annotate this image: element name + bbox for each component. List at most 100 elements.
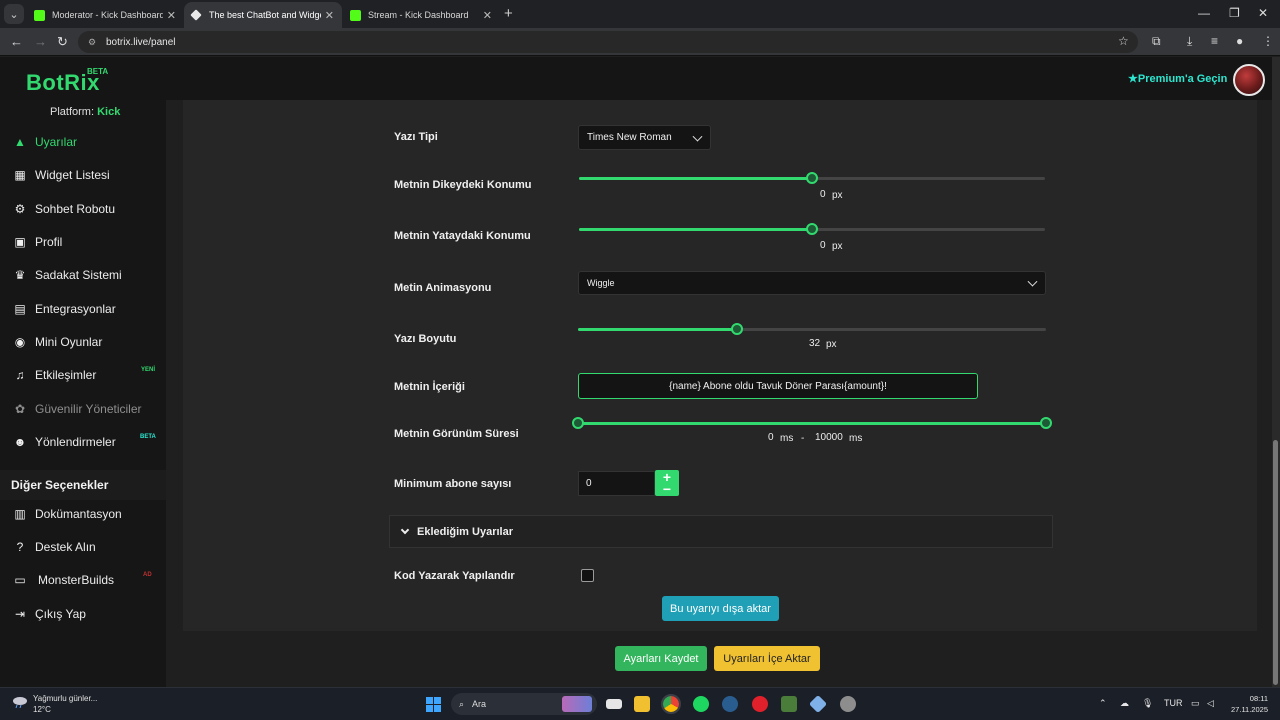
vertical-position-value: 0	[820, 189, 826, 200]
range-min-handle[interactable]	[572, 417, 584, 429]
tab-moderator[interactable]: Moderator - Kick Dashboard ✕	[26, 2, 184, 28]
minimize-button[interactable]: —	[1198, 6, 1210, 20]
sidebar-item-alerts[interactable]: ▲ Uyarılar	[0, 128, 166, 156]
extensions-icon[interactable]: ⧉	[1152, 34, 1161, 49]
code-config-label: Kod Yazarak Yapılandır	[394, 570, 515, 582]
font-select-value: Times New Roman	[587, 132, 672, 143]
sidebar-item-widgets[interactable]: ▦ Widget Listesi	[0, 161, 166, 189]
network-icon[interactable]: ▭	[1191, 698, 1200, 709]
sidebar-item-label: Etkileşimler	[35, 368, 97, 382]
search-placeholder: Ara	[472, 699, 487, 709]
forward-icon[interactable]: →	[34, 34, 47, 49]
duration-separator: -	[801, 433, 805, 444]
min-subs-input[interactable]: 0	[578, 471, 655, 496]
sidebar-item-profile[interactable]: ▣ Profil	[0, 228, 166, 256]
taskbar-clock[interactable]: 08:11 27.11.2025	[1224, 693, 1268, 715]
duration-min-value: 0	[768, 432, 774, 443]
range-max-handle[interactable]	[1040, 417, 1052, 429]
export-alert-button[interactable]: Bu uyarıyı dışa aktar	[662, 596, 779, 621]
spotify-icon[interactable]	[693, 696, 709, 712]
chrome-icon[interactable]	[661, 694, 681, 714]
menu-icon[interactable]: ⋮	[1262, 34, 1274, 48]
close-icon[interactable]: ✕	[325, 9, 334, 22]
tab-title: Moderator - Kick Dashboard	[52, 10, 163, 20]
steam-icon[interactable]	[722, 696, 738, 712]
font-size-slider[interactable]	[578, 323, 1046, 335]
trophy-icon: ♛	[14, 268, 26, 282]
scrollbar-thumb[interactable]	[1273, 440, 1278, 685]
app-icon[interactable]	[808, 694, 828, 714]
sidebar-item-loyalty[interactable]: ♛ Sadakat Sistemi	[0, 261, 166, 289]
sidebar-item-integrations[interactable]: ▤ Entegrasyonlar	[0, 295, 166, 323]
platform-value: Kick	[97, 106, 121, 118]
sidebar-item-logout[interactable]: ⇥ Çıkış Yap	[0, 600, 166, 628]
tab-stream[interactable]: Stream - Kick Dashboard ✕	[342, 2, 500, 28]
premium-link[interactable]: ★Premium'a Geçin	[1128, 72, 1227, 85]
avatar[interactable]	[1233, 64, 1265, 96]
grid-icon: ▦	[14, 168, 26, 182]
volume-icon[interactable]: ◁	[1207, 698, 1214, 709]
window-close-button[interactable]: ✕	[1258, 6, 1268, 20]
slider-handle[interactable]	[806, 223, 818, 235]
close-icon[interactable]: ✕	[167, 9, 176, 22]
sidebar-item-chatbot[interactable]: ⚙ Sohbet Robotu	[0, 195, 166, 223]
reading-list-icon[interactable]: ≡	[1211, 34, 1218, 48]
onedrive-icon[interactable]: ☁	[1120, 698, 1129, 709]
profile-icon[interactable]: ●	[1236, 34, 1243, 48]
reload-icon[interactable]: ↻	[57, 34, 68, 50]
site-settings-icon[interactable]: ⚙	[88, 37, 98, 47]
logo-beta-badge: BETA	[87, 67, 109, 76]
quantity-stepper[interactable]: + −	[655, 470, 679, 496]
sidebar-item-interactions[interactable]: ♫ Etkileşimler YENİ	[0, 361, 166, 389]
min-subs-label: Minimum abone sayısı	[394, 478, 512, 490]
vertical-position-slider[interactable]	[579, 172, 1045, 184]
sidebar-item-docs[interactable]: ▥ Dokümantasyon	[0, 500, 166, 528]
sidebar-item-trusted-mods[interactable]: ✿ Güvenilir Yöneticiler	[0, 395, 166, 423]
sidebar-item-redirects[interactable]: ☻ Yönlendirmeler BETA	[0, 428, 166, 456]
slider-handle[interactable]	[731, 323, 744, 335]
sidebar-item-minigames[interactable]: ◉ Mini Oyunlar	[0, 328, 166, 356]
horizontal-position-slider[interactable]	[579, 223, 1045, 235]
chevron-down-icon	[1027, 276, 1038, 287]
slider-handle[interactable]	[806, 172, 818, 184]
my-alerts-accordion[interactable]: Eklediğim Uyarılar	[389, 515, 1053, 548]
microphone-icon[interactable]: 🎙	[1142, 698, 1153, 709]
new-tab-button[interactable]: +	[504, 5, 513, 22]
browser-tab-strip: ⌄ Moderator - Kick Dashboard ✕ The best …	[0, 0, 1280, 28]
taskbar-search[interactable]: ⌕ Ara	[451, 693, 597, 715]
sidebar-item-label: Mini Oyunlar	[35, 335, 103, 349]
decrement-icon[interactable]: −	[655, 482, 679, 496]
font-select[interactable]: Times New Roman	[578, 125, 711, 150]
duration-range-slider[interactable]	[572, 417, 1052, 429]
sidebar-item-label: Uyarılar	[35, 135, 78, 149]
save-settings-button[interactable]: Ayarları Kaydet	[615, 646, 707, 671]
bookmark-star-icon[interactable]: ☆	[1118, 34, 1129, 48]
duration-max-value: 10000	[815, 432, 843, 443]
clock-time: 08:11	[1249, 694, 1268, 703]
app-icon[interactable]	[840, 696, 856, 712]
sidebar-item-support[interactable]: ? Destek Alın	[0, 533, 166, 561]
opera-icon[interactable]	[752, 696, 768, 712]
sidebar-item-monsterbuilds[interactable]: ▭ MonsterBuilds AD	[0, 566, 166, 594]
windows-start-icon[interactable]	[426, 697, 441, 712]
id-card-icon: ▣	[14, 235, 26, 249]
app-icon[interactable]	[781, 696, 797, 712]
weather-widget[interactable]: Yağmurlu günler... 12°C	[12, 693, 97, 715]
import-alerts-button[interactable]: Uyarıları İçe Aktar	[714, 646, 820, 671]
back-icon[interactable]: ←	[10, 34, 23, 49]
download-icon[interactable]: ⤓	[1187, 34, 1192, 49]
address-bar[interactable]: ⚙ botrix.live/panel	[78, 31, 1138, 53]
tab-botrix[interactable]: The best ChatBot and Widgets ✕	[184, 2, 342, 28]
code-config-checkbox[interactable]	[581, 569, 594, 582]
close-icon[interactable]: ✕	[483, 9, 492, 22]
content-input[interactable]: {name} Abone oldu Tavuk Döner Parası{amo…	[578, 373, 978, 399]
task-view-icon[interactable]	[606, 699, 622, 709]
slider-fill	[579, 177, 812, 180]
tray-chevron-icon[interactable]: ⌃	[1099, 698, 1107, 709]
maximize-button[interactable]: ❐	[1229, 6, 1240, 20]
language-indicator[interactable]: TUR	[1164, 698, 1183, 708]
slider-fill	[578, 328, 738, 331]
animation-select[interactable]: Wiggle	[578, 271, 1046, 295]
tab-search-button[interactable]: ⌄	[4, 4, 24, 24]
file-explorer-icon[interactable]	[634, 696, 650, 712]
